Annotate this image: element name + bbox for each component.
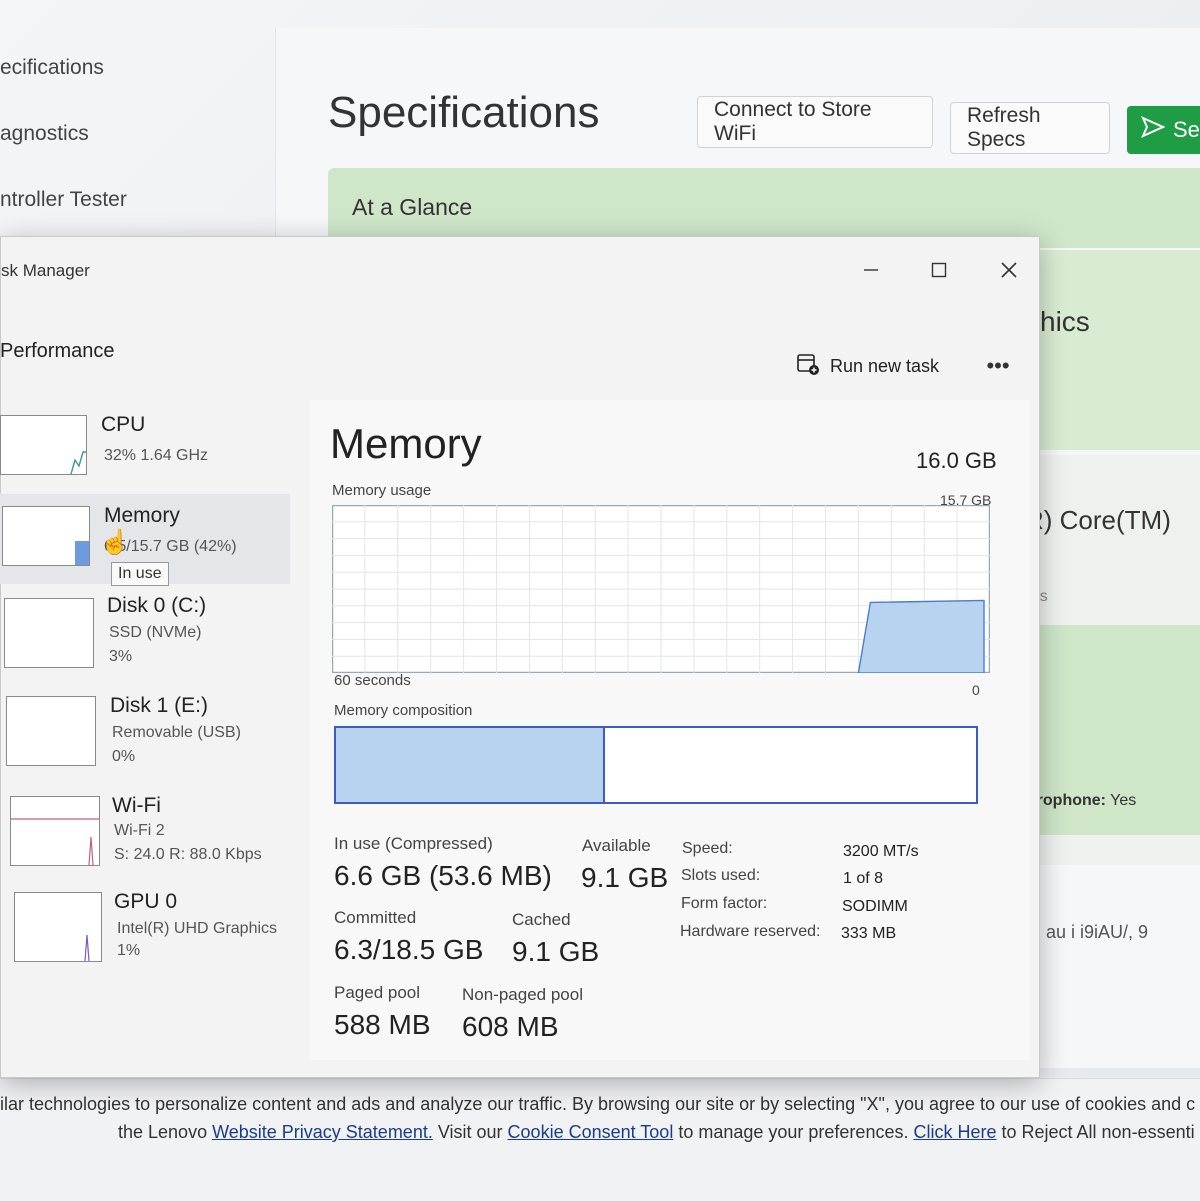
cookie-text: to Reject All non-essenti <box>996 1122 1195 1142</box>
bg-nav-diagnostics[interactable]: agnostics <box>0 122 89 146</box>
form-factor-label: Form factor: <box>681 895 768 912</box>
window-title: sk Manager <box>1 261 90 280</box>
sidebar-item-disk0[interactable]: Disk 0 (C:) SSD (NVMe) 3% <box>0 590 290 680</box>
bg-nav-specifications[interactable]: ecifications <box>0 56 104 80</box>
sidebar-item-title: CPU <box>101 413 146 436</box>
cached-label: Cached <box>512 910 571 929</box>
memory-thumbnail <box>2 506 90 566</box>
bg-page-title: Specifications <box>328 88 600 137</box>
form-factor-value: SODIMM <box>842 898 908 915</box>
close-button[interactable] <box>989 255 1029 289</box>
bg-processor-name: R) Core(TM) <box>1025 505 1171 535</box>
bg-microphone-value: Yes <box>1110 792 1137 809</box>
memory-composition-bar <box>334 726 978 804</box>
cookie-text-line1: ilar technologies to personalize content… <box>0 1094 1196 1114</box>
paged-pool-label: Paged pool <box>334 983 421 1002</box>
hand-cursor-icon: ☝ <box>100 529 130 556</box>
performance-header: Performance <box>0 340 115 362</box>
minimize-button[interactable] <box>851 255 891 289</box>
available-value: 9.1 GB <box>581 862 669 893</box>
memory-tooltip: In use <box>111 562 169 586</box>
sidebar-item-detail: Intel(R) UHD Graphics <box>117 920 278 937</box>
sidebar-item-wifi[interactable]: Wi-Fi Wi-Fi 2 S: 24.0 R: 88.0 Kbps <box>0 790 290 880</box>
send-button[interactable]: Se <box>1127 106 1200 154</box>
gpu-thumbnail <box>14 892 102 962</box>
sidebar-item-usage: 1% <box>117 942 141 959</box>
send-icon <box>1141 116 1166 144</box>
sidebar-item-disk1[interactable]: Disk 1 (E:) Removable (USB) 0% <box>0 690 290 780</box>
cookie-text: Visit our <box>432 1122 508 1142</box>
nonpaged-pool-value: 608 MB <box>462 1011 559 1042</box>
nonpaged-pool-label: Non-paged pool <box>462 985 583 1004</box>
composition-in-use-segment <box>336 728 605 802</box>
click-here-link[interactable]: Click Here <box>913 1122 996 1142</box>
cpu-thumbnail <box>0 415 87 475</box>
cookie-consent-link[interactable]: Cookie Consent Tool <box>508 1122 674 1142</box>
privacy-statement-link[interactable]: Website Privacy Statement. <box>212 1122 433 1142</box>
sidebar-item-title: GPU 0 <box>114 890 178 913</box>
cookie-text: to manage your preferences. <box>673 1122 914 1142</box>
in-use-label: In use (Compressed) <box>334 834 493 853</box>
committed-value: 6.3/18.5 GB <box>334 934 484 965</box>
cached-value: 9.1 GB <box>512 936 600 967</box>
cookie-text: the Lenovo <box>118 1122 213 1142</box>
memory-usage-graph <box>332 505 990 673</box>
memory-usage-area <box>857 599 985 673</box>
sidebar-item-detail: Removable (USB) <box>112 724 241 741</box>
slots-value: 1 of 8 <box>843 870 884 887</box>
bg-graphics-title: hics <box>1040 306 1090 337</box>
memory-usage-label: Memory usage <box>332 482 432 499</box>
connect-wifi-button[interactable]: Connect to Store WiFi <box>697 96 933 148</box>
sidebar-item-title: Disk 1 (E:) <box>110 694 209 717</box>
sidebar-item-usage: 0% <box>112 748 136 765</box>
run-new-task-label: Run new task <box>830 355 940 376</box>
hardware-reserved-value: 333 MB <box>841 925 897 942</box>
graph-end-label: 0 <box>972 682 980 698</box>
memory-thumbnail-fill <box>75 541 89 565</box>
hardware-reserved-label: Hardware reserved: <box>680 923 821 940</box>
refresh-specs-button[interactable]: Refresh Specs <box>950 102 1110 154</box>
run-new-task-button[interactable]: Run new task <box>796 350 939 382</box>
bg-graphics-card <box>1030 250 1200 450</box>
sidebar-item-usage: 3% <box>109 648 133 665</box>
slots-label: Slots used: <box>681 867 761 884</box>
send-button-label: Se <box>1173 117 1200 142</box>
in-use-value: 6.6 GB (53.6 MB) <box>334 860 552 891</box>
disk0-thumbnail <box>4 598 94 668</box>
more-options-button[interactable]: ••• <box>978 350 1018 382</box>
maximize-button[interactable] <box>919 255 959 289</box>
sidebar-item-title: Memory <box>104 504 180 527</box>
sidebar-item-title: Disk 0 (C:) <box>107 594 207 617</box>
sidebar-item-detail: 32% 1.64 GHz <box>104 447 209 464</box>
sidebar-item-cpu[interactable]: CPU 32% 1.64 GHz <box>0 405 290 485</box>
sidebar-item-detail: SSD (NVMe) <box>109 624 202 641</box>
paged-pool-value: 588 MB <box>334 1009 431 1040</box>
speed-value: 3200 MT/s <box>843 843 919 860</box>
run-task-icon <box>796 352 820 381</box>
close-icon <box>1000 261 1018 284</box>
bg-nav-controller-tester[interactable]: ntroller Tester <box>0 188 127 212</box>
wifi-thumbnail <box>10 796 100 866</box>
committed-label: Committed <box>334 908 417 927</box>
sidebar-item-gpu[interactable]: GPU 0 Intel(R) UHD Graphics 1% <box>0 888 290 978</box>
memory-title: Memory <box>330 420 482 467</box>
minimize-icon <box>863 262 879 283</box>
cookie-text-line2: the Lenovo Website Privacy Statement. Vi… <box>118 1122 1195 1143</box>
maximize-icon <box>931 262 947 283</box>
available-label: Available <box>582 836 651 855</box>
disk1-thumbnail <box>6 696 96 766</box>
memory-composition-label: Memory composition <box>334 702 473 719</box>
sidebar-item-title: Wi-Fi <box>112 794 161 817</box>
memory-total: 16.0 GB <box>916 448 997 473</box>
graph-time-label: 60 seconds <box>334 672 411 689</box>
at-a-glance-title: At a Glance <box>352 194 473 220</box>
speed-label: Speed: <box>682 840 733 857</box>
sidebar-item-detail: Wi-Fi 2 <box>114 822 165 839</box>
sidebar-item-throughput: S: 24.0 R: 88.0 Kbps <box>114 846 262 863</box>
